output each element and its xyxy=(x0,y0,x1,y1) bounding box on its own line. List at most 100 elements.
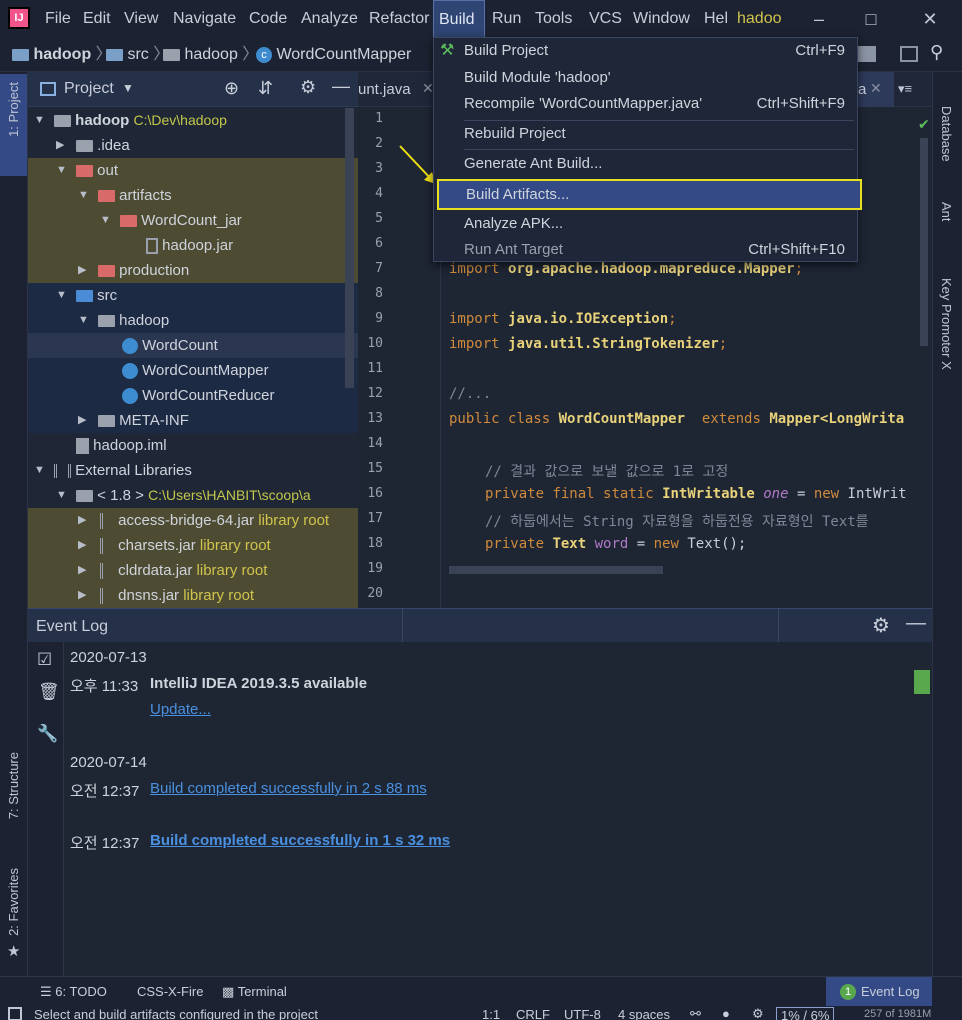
code-line-12[interactable]: //... xyxy=(449,386,491,402)
tab-css-x-fire[interactable]: CSS-X-Fire xyxy=(137,977,203,1007)
project-view-title[interactable]: Project xyxy=(64,80,114,98)
menu-code[interactable]: Code xyxy=(244,0,292,38)
collapse-all-icon[interactable]: ⇵ xyxy=(258,78,273,99)
minimize-icon[interactable]: – xyxy=(794,0,844,38)
tree-item[interactable]: ▶ access-bridge-64.jar library root xyxy=(28,508,358,533)
line-separator[interactable]: CRLF xyxy=(516,1007,550,1020)
tree-item[interactable]: WordCountMapper xyxy=(28,358,358,383)
memory-icon[interactable]: ⚙ xyxy=(752,1006,764,1020)
breadcrumb-project[interactable]: hadoop 〉 xyxy=(12,38,112,72)
chevron-down-icon[interactable]: ▼ xyxy=(122,81,134,95)
build-module-item[interactable]: Build Module 'hadoop' xyxy=(434,65,857,91)
trash-icon[interactable]: 🗑 xyxy=(38,682,60,702)
tab-favorites[interactable]: 2: Favorites xyxy=(6,868,21,936)
editor-scrollbar[interactable] xyxy=(920,138,928,346)
editor-tab[interactable]: unt.java xyxy=(358,81,411,98)
menu-tools[interactable]: Tools xyxy=(530,0,577,38)
horizontal-scrollbar[interactable] xyxy=(449,566,663,574)
tree-item[interactable]: ▼ External Libraries xyxy=(28,458,358,483)
tree-item[interactable]: hadoop.jar xyxy=(28,233,358,258)
window-icon[interactable] xyxy=(900,46,918,62)
code-line-16[interactable]: // 결과 값으로 보낼 값으로 1로 고정 xyxy=(485,461,728,481)
menu-analyze[interactable]: Analyze xyxy=(296,0,363,38)
tree-item[interactable]: ▶ charsets.jar library root xyxy=(28,533,358,558)
tab-todo[interactable]: ☰ 6: TODO xyxy=(40,977,107,1007)
file-encoding[interactable]: UTF-8 xyxy=(564,1007,601,1020)
tab-terminal[interactable]: ▩ Terminal xyxy=(222,977,287,1007)
code-line-9[interactable]: import java.io.IOException; xyxy=(449,311,677,327)
menu-view[interactable]: View xyxy=(119,0,163,38)
tab-event-log[interactable]: 1 Event Log xyxy=(826,977,932,1007)
tree-item[interactable]: ▼ src xyxy=(28,283,358,308)
tree-item[interactable]: ▼ hadoop C:\Dev\hadoop xyxy=(28,108,358,133)
tree-item[interactable]: ▼ out xyxy=(28,158,358,183)
tree-scrollbar[interactable] xyxy=(345,108,354,388)
build-project-item[interactable]: ⚒ Build Project Ctrl+F9 xyxy=(434,38,857,64)
tree-item[interactable]: ▶ production xyxy=(28,258,358,283)
locate-icon[interactable]: ⊕ xyxy=(224,78,239,99)
recompile-item[interactable]: Recompile 'WordCountMapper.java' Ctrl+Shi… xyxy=(434,91,857,117)
tab-database[interactable]: Database xyxy=(939,106,954,162)
menu-edit[interactable]: Edit xyxy=(78,0,116,38)
tree-item[interactable]: WordCount xyxy=(28,333,358,358)
tab-list-icon[interactable]: ▾≡ xyxy=(898,81,912,97)
heap-indicator[interactable]: 257 of 1981M xyxy=(864,1008,931,1020)
tree-item[interactable]: WordCountReducer xyxy=(28,383,358,408)
code-line-18[interactable]: // 하둡에서는 String 자료형을 하둡전용 자료형인 Text를 xyxy=(485,511,869,531)
code-line-17[interactable]: private final static IntWritable one = n… xyxy=(485,486,907,502)
menu-build[interactable]: Build xyxy=(433,0,485,38)
code-line-19[interactable]: private Text word = new Text(); xyxy=(485,536,746,552)
menu-help[interactable]: Hel xyxy=(699,0,733,38)
rebuild-project-item[interactable]: Rebuild Project xyxy=(434,121,857,147)
layout-icon[interactable] xyxy=(8,1007,22,1020)
tree-item[interactable]: ▼ WordCount_jar xyxy=(28,208,358,233)
menu-file[interactable]: File xyxy=(40,0,76,38)
gear-icon[interactable]: ⚙ xyxy=(872,613,890,638)
menu-run[interactable]: Run xyxy=(487,0,526,38)
code-line-10[interactable]: import java.util.StringTokenizer; xyxy=(449,336,727,352)
run-ant-target-item[interactable]: Run Ant Target Ctrl+Shift+F10 xyxy=(434,237,857,263)
build-result-link[interactable]: Build completed successfully in 1 s 32 m… xyxy=(150,832,450,849)
gear-icon[interactable]: ⚙ xyxy=(300,77,316,98)
wrench-icon[interactable]: 🔧 xyxy=(37,724,58,744)
tree-item[interactable]: hadoop.iml xyxy=(28,433,358,458)
search-icon[interactable]: ⚲ xyxy=(930,42,943,63)
menu-window[interactable]: Window xyxy=(628,0,695,38)
hide-icon[interactable]: — xyxy=(332,76,350,97)
memory-indicator[interactable]: 1% / 6% xyxy=(776,1007,835,1020)
menu-navigate[interactable]: Navigate xyxy=(168,0,241,38)
tree-item[interactable]: ▼ artifacts xyxy=(28,183,358,208)
code-line-13[interactable]: public class WordCountMapper extends Map… xyxy=(449,411,904,427)
breadcrumb-package[interactable]: hadoop 〉 xyxy=(163,38,258,72)
tree-item[interactable]: ▶ dnsns.jar library root xyxy=(28,583,358,608)
tree-item[interactable]: ▶ cldrdata.jar library root xyxy=(28,558,358,583)
update-link[interactable]: Update... xyxy=(150,701,211,718)
build-result-link[interactable]: Build completed successfully in 2 s 88 m… xyxy=(150,780,427,797)
menu-refactor[interactable]: Refactor xyxy=(364,0,434,38)
breadcrumb-class[interactable]: c WordCountMapper xyxy=(256,38,411,72)
close-icon[interactable]: ✕ xyxy=(905,0,955,38)
close-tab-icon[interactable]: ✕ xyxy=(422,80,434,97)
tree-item[interactable]: ▼ hadoop xyxy=(28,308,358,333)
tree-item[interactable]: ▼ < 1.8 > C:\Users\HANBIT\scoop\a xyxy=(28,483,358,508)
build-artifacts-item[interactable]: Build Artifacts... xyxy=(437,179,862,210)
generate-ant-build-item[interactable]: Generate Ant Build... xyxy=(434,151,857,177)
menu-vcs[interactable]: VCS xyxy=(584,0,627,38)
code-line-7[interactable]: import org.apache.hadoop.mapreduce.Mappe… xyxy=(449,261,803,277)
lock-icon[interactable]: ⚯ xyxy=(690,1006,701,1020)
project-structure-icon[interactable] xyxy=(858,46,876,62)
breadcrumb-src[interactable]: src 〉 xyxy=(106,38,169,72)
analyze-apk-item[interactable]: Analyze APK... xyxy=(434,211,857,237)
inspector-icon[interactable]: ● xyxy=(722,1006,730,1020)
mark-read-icon[interactable]: ☑ xyxy=(37,650,52,670)
tab-ant[interactable]: Ant xyxy=(939,202,954,222)
close-tab-icon[interactable]: ✕ xyxy=(870,80,882,97)
tab-key-promoter[interactable]: Key Promoter X xyxy=(939,278,954,370)
hide-icon[interactable]: — xyxy=(906,612,926,635)
indent-setting[interactable]: 4 spaces xyxy=(618,1007,670,1020)
tab-project[interactable]: 1: Project xyxy=(6,82,21,137)
tree-item[interactable]: ▶ META-INF xyxy=(28,408,358,433)
caret-position[interactable]: 1:1 xyxy=(482,1007,500,1020)
tree-item[interactable]: ▶ .idea xyxy=(28,133,358,158)
maximize-icon[interactable]: □ xyxy=(846,0,896,38)
